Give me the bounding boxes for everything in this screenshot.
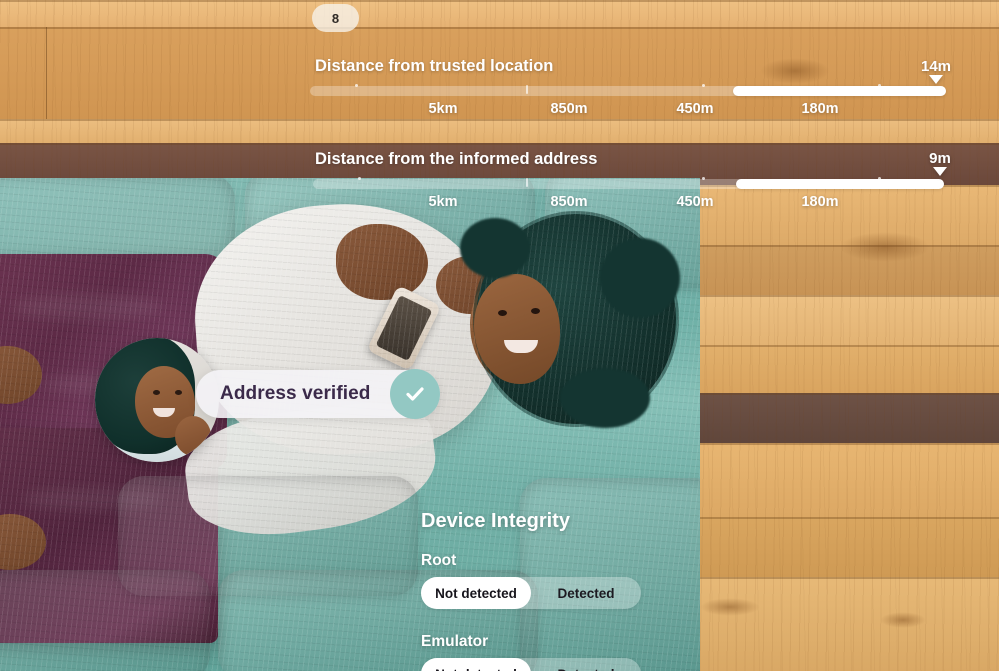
root-option-detected[interactable]: Detected — [531, 577, 641, 609]
slider-thumb-value: 9m — [929, 150, 951, 167]
device-integrity-row-label-emulator: Emulator — [421, 633, 489, 650]
slider-tick — [526, 178, 528, 187]
root-detection-toggle[interactable]: Not detected Detected — [421, 577, 641, 609]
slider-thumb-caret[interactable] — [929, 75, 943, 84]
person-hair-tuft — [600, 238, 680, 318]
slider-scale-label: 850m — [550, 101, 588, 117]
avatar-eye — [175, 390, 182, 395]
person-hair-tuft — [460, 218, 530, 278]
slider-distance-from-informed-address[interactable]: Distance from the informed address 5km 8… — [0, 125, 999, 225]
check-icon — [390, 369, 440, 419]
device-integrity-title: Device Integrity — [421, 510, 570, 532]
slider-fill[interactable] — [733, 86, 946, 96]
emulator-option-not-detected[interactable]: Not detected — [421, 658, 531, 671]
slider-scale-label: 180m — [801, 194, 839, 210]
emulator-detection-toggle[interactable]: Not detected Detected — [421, 658, 641, 671]
root-option-not-detected[interactable]: Not detected — [421, 577, 531, 609]
slider-scale-label: 180m — [801, 101, 839, 117]
wood-knot — [880, 612, 926, 628]
emulator-option-detected[interactable]: Detected — [531, 658, 641, 671]
slider-scale-label: 450m — [676, 101, 714, 117]
slider-distance-from-trusted-location[interactable]: Distance from trusted location 5km 850m … — [0, 0, 999, 125]
avatar-eye — [153, 390, 160, 395]
wood-knot — [700, 598, 760, 616]
slider-tick — [526, 85, 528, 94]
person-eye — [531, 308, 540, 314]
slider-title: Distance from trusted location — [315, 57, 554, 75]
slider-tick — [358, 177, 361, 180]
wood-knot — [840, 232, 930, 262]
person-face-front — [474, 274, 560, 384]
slider-tick — [355, 84, 358, 87]
slider-title: Distance from the informed address — [315, 150, 598, 168]
slider-thumb-caret[interactable] — [933, 167, 947, 176]
slider-scale-label: 450m — [676, 194, 714, 210]
slider-scale-label: 850m — [550, 194, 588, 210]
address-verified-badge[interactable]: Address verified — [196, 369, 440, 419]
device-integrity-row-label-root: Root — [421, 552, 457, 569]
avatar-hand — [175, 416, 211, 456]
slider-scale-label: 5km — [428, 101, 458, 117]
slider-tick — [702, 177, 705, 180]
address-verified-label: Address verified — [220, 383, 371, 404]
slider-thumb-value: 14m — [920, 58, 952, 75]
person-eye — [498, 310, 507, 316]
app-canvas: Address verified 8 Distance from trusted… — [0, 0, 999, 671]
slider-fill[interactable] — [736, 179, 944, 189]
slider-tick — [702, 84, 705, 87]
person-hair-tuft — [560, 368, 650, 428]
slider-scale-label: 5km — [428, 194, 458, 210]
